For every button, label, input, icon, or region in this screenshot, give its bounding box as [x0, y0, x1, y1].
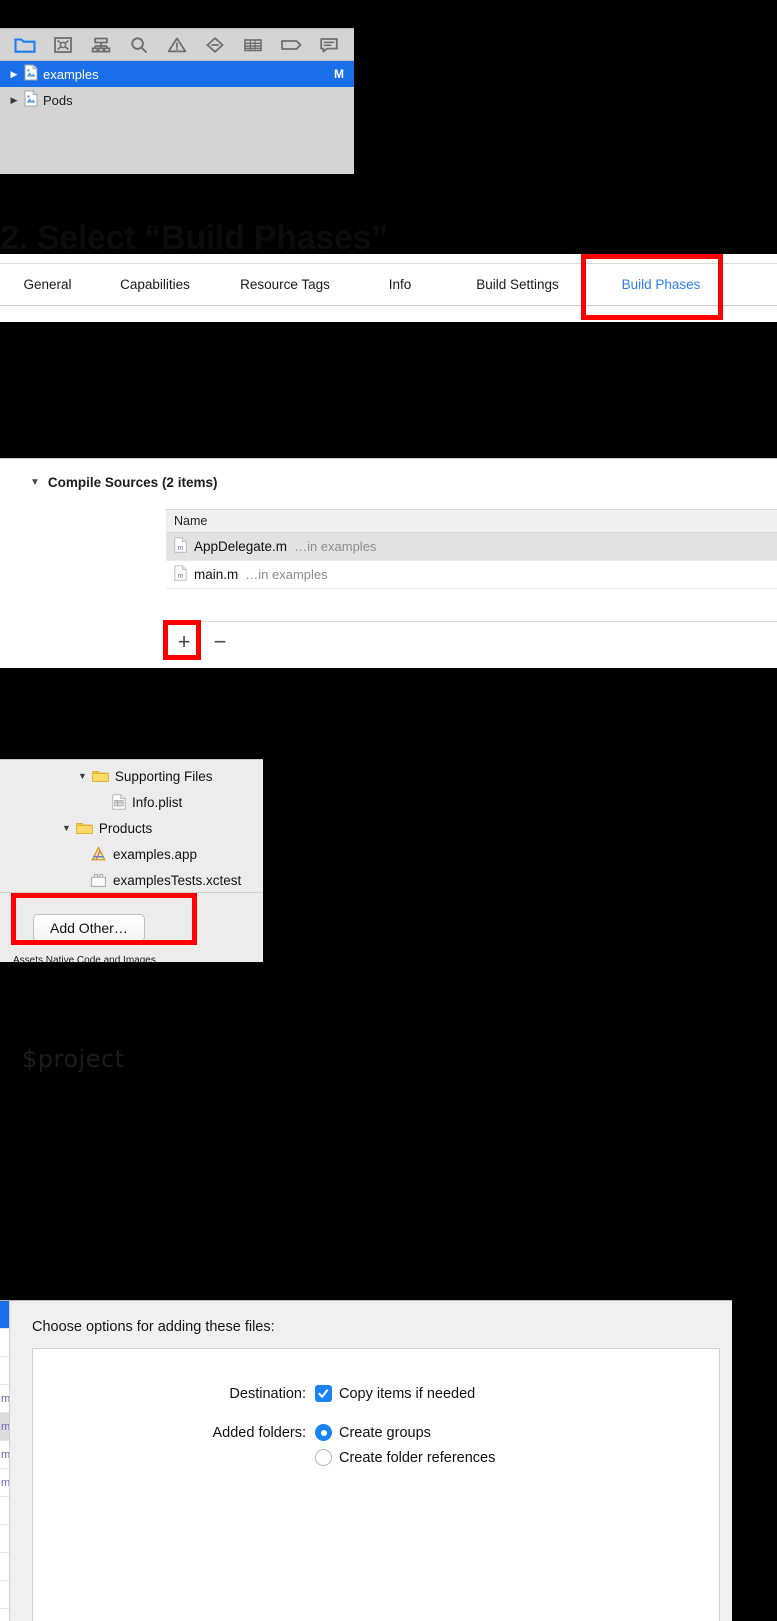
plist-file-icon [112, 794, 126, 810]
navigator-toolbar [0, 29, 354, 61]
file-chooser-footer: Add Other… [0, 893, 263, 962]
file-chooser-panel: ▼ Supporting Files Info.plist ▼ Products… [0, 759, 263, 962]
dialog-title: Choose options for adding these files: [32, 1319, 275, 1335]
dialog-options-area: Destination: Copy items if needed Added … [32, 1348, 720, 1621]
build-phases-panel: ▼ Compile Sources (2 items) Name m AppDe… [0, 458, 777, 668]
list-item [0, 1329, 9, 1357]
navigator-row-examples[interactable]: ▶ examples M [0, 61, 354, 87]
report-navigator-icon[interactable] [310, 32, 348, 58]
file-chooser-tree: ▼ Supporting Files Info.plist ▼ Products… [0, 760, 263, 893]
svg-text:m: m [177, 571, 183, 580]
remove-button[interactable]: − [210, 630, 230, 653]
copy-items-checkbox[interactable] [315, 1385, 332, 1402]
list-item [0, 1357, 9, 1385]
svg-text:m: m [177, 543, 183, 552]
option-row-destination: Destination: Copy items if needed [33, 1385, 719, 1402]
test-navigator-icon[interactable] [196, 32, 234, 58]
tree-item-label: Info.plist [132, 794, 183, 810]
destination-label: Destination: [229, 1385, 306, 1402]
tutorial-screenshot: ▶ examples M ▶ Pods 2. Select “Build Pha… [0, 0, 777, 1621]
tab-build-settings[interactable]: Build Settings [445, 277, 590, 292]
xcode-project-icon [24, 64, 38, 84]
list-item [0, 1301, 9, 1329]
create-folder-references-radio[interactable] [315, 1449, 332, 1466]
navigator-row-pods[interactable]: ▶ Pods [0, 87, 354, 113]
compile-sources-table: Name m AppDelegate.m …in examples m main… [166, 509, 777, 589]
list-item [0, 1553, 9, 1581]
create-groups-radio[interactable] [315, 1424, 332, 1441]
target-editor-tabbar: General Capabilities Resource Tags Info … [0, 263, 777, 306]
xcode-app-icon [90, 846, 107, 862]
disclosure-triangle-icon[interactable]: ▶ [6, 95, 22, 106]
list-item: m [0, 1469, 9, 1497]
create-folder-references-label[interactable]: Create folder references [339, 1450, 495, 1466]
objc-m-file-icon: m [174, 537, 187, 556]
navigator-item-label: examples [43, 66, 99, 82]
tree-item-label: examples.app [113, 846, 198, 862]
disclosure-triangle-down-icon[interactable]: ▼ [62, 823, 71, 833]
tab-info[interactable]: Info [355, 277, 445, 292]
tree-row-examples-app[interactable]: examples.app [0, 841, 263, 867]
tree-item-label: Supporting Files [114, 768, 213, 784]
tree-row-examples-tests[interactable]: examplesTests.xctest [0, 867, 263, 892]
navigator-item-label: Pods [43, 92, 73, 108]
file-name: main.m [194, 567, 239, 582]
source-control-icon[interactable] [44, 32, 82, 58]
tree-row-info-plist[interactable]: Info.plist [0, 789, 263, 815]
tab-build-phases[interactable]: Build Phases [590, 277, 732, 292]
disclosure-triangle-icon[interactable]: ▶ [6, 69, 22, 80]
disclosure-triangle-down-icon[interactable]: ▼ [78, 771, 87, 781]
tab-capabilities[interactable]: Capabilities [95, 277, 215, 292]
list-item: m [0, 1441, 9, 1469]
list-item [0, 1497, 9, 1525]
file-chooser-footer-note: Assets Native Code and Images [13, 955, 156, 966]
list-item: m [0, 1385, 9, 1413]
debug-navigator-icon[interactable] [234, 32, 272, 58]
list-item [0, 1581, 9, 1609]
compile-sources-header[interactable]: ▼ Compile Sources (2 items) [0, 459, 777, 505]
disclosure-triangle-down-icon[interactable]: ▼ [30, 477, 40, 488]
search-icon[interactable] [120, 32, 158, 58]
copy-items-label[interactable]: Copy items if needed [339, 1386, 475, 1402]
xctest-bundle-icon [90, 872, 107, 888]
background-file-list-sliver: m m m m [0, 1301, 10, 1621]
option-row-folder-references: Create folder references [33, 1449, 719, 1466]
add-remove-toolbar: + − [166, 621, 777, 661]
status-badge: M [334, 67, 344, 81]
option-row-added-folders: Added folders: Create groups [33, 1424, 719, 1441]
issue-warning-icon[interactable] [158, 32, 196, 58]
objc-m-file-icon: m [174, 565, 187, 584]
symbol-navigator-icon[interactable] [82, 32, 120, 58]
tab-general[interactable]: General [0, 277, 95, 292]
tree-item-label: Products [98, 820, 153, 836]
added-folders-label: Added folders: [212, 1424, 306, 1441]
list-item [0, 1609, 9, 1621]
tree-item-label: examplesTests.xctest [113, 872, 242, 888]
tree-row-supporting-files[interactable]: ▼ Supporting Files [0, 763, 263, 789]
target-editor-tabbar-container: General Capabilities Resource Tags Info … [0, 254, 777, 322]
table-row[interactable]: m main.m …in examples [166, 561, 777, 589]
compile-sources-title: Compile Sources (2 items) [47, 474, 218, 490]
add-button[interactable]: + [174, 630, 194, 653]
file-location: …in examples [294, 539, 377, 554]
folder-icon [92, 769, 109, 783]
add-files-options-dialog: m m m m Choose options for adding these … [0, 1300, 732, 1621]
breakpoint-navigator-icon[interactable] [272, 32, 310, 58]
list-item: m [0, 1413, 9, 1441]
file-location: …in examples [245, 567, 328, 582]
project-caption: $project [22, 1045, 125, 1073]
folder-icon[interactable] [6, 32, 44, 58]
list-item [0, 1525, 9, 1553]
create-groups-label[interactable]: Create groups [339, 1425, 431, 1441]
step-heading: 2. Select “Build Phases” [0, 219, 388, 257]
project-navigator-panel: ▶ examples M ▶ Pods [0, 28, 354, 174]
table-row[interactable]: m AppDelegate.m …in examples [166, 533, 777, 561]
tab-resource-tags[interactable]: Resource Tags [215, 277, 355, 292]
file-name: AppDelegate.m [194, 539, 288, 554]
folder-icon [76, 821, 93, 835]
table-column-header-name: Name [166, 509, 777, 533]
add-other-button[interactable]: Add Other… [33, 913, 145, 942]
tree-row-products[interactable]: ▼ Products [0, 815, 263, 841]
xcode-project-icon [24, 90, 38, 110]
